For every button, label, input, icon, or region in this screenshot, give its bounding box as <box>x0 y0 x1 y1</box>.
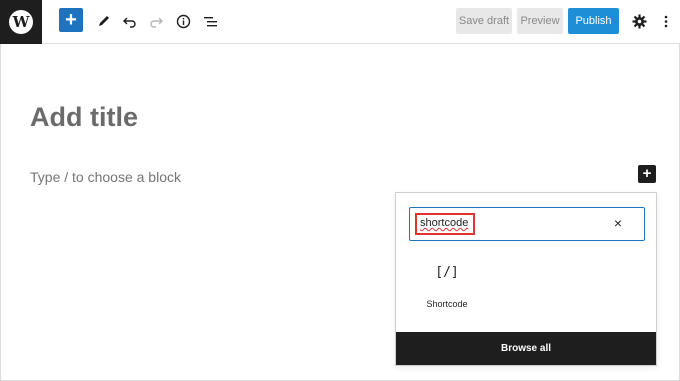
search-highlight-box <box>415 213 475 235</box>
publish-button[interactable]: Publish <box>568 8 619 34</box>
info-icon[interactable] <box>173 8 193 34</box>
block-search-input[interactable]: shortcode × <box>409 207 645 241</box>
vertical-ellipsis-icon[interactable] <box>659 8 673 34</box>
pencil-icon[interactable] <box>94 8 114 34</box>
list-view-icon[interactable] <box>200 8 220 34</box>
block-inserter-popover: shortcode × [/] Shortcode Browse all <box>395 192 657 366</box>
preview-button[interactable]: Preview <box>517 8 563 34</box>
save-draft-button[interactable]: Save draft <box>456 8 512 34</box>
wordpress-logo-button[interactable]: W <box>0 0 42 44</box>
block-placeholder[interactable]: Type / to choose a block <box>30 169 181 185</box>
editor-toolbar: W + Save draft Preview Publish <box>0 0 680 44</box>
browse-all-button[interactable]: Browse all <box>396 332 656 365</box>
post-title[interactable]: Add title <box>30 102 138 133</box>
undo-icon[interactable] <box>120 8 140 34</box>
gear-icon[interactable] <box>630 8 648 34</box>
shortcode-icon: [/] <box>435 265 459 280</box>
wordpress-logo-icon: W <box>9 10 33 34</box>
redo-icon[interactable] <box>146 8 166 34</box>
block-inserter-button[interactable]: + <box>59 8 83 32</box>
block-result-shortcode[interactable]: [/] Shortcode <box>422 265 472 309</box>
inline-inserter-button[interactable]: + <box>638 165 656 183</box>
close-icon[interactable]: × <box>614 215 622 231</box>
block-result-label: Shortcode <box>426 299 468 309</box>
